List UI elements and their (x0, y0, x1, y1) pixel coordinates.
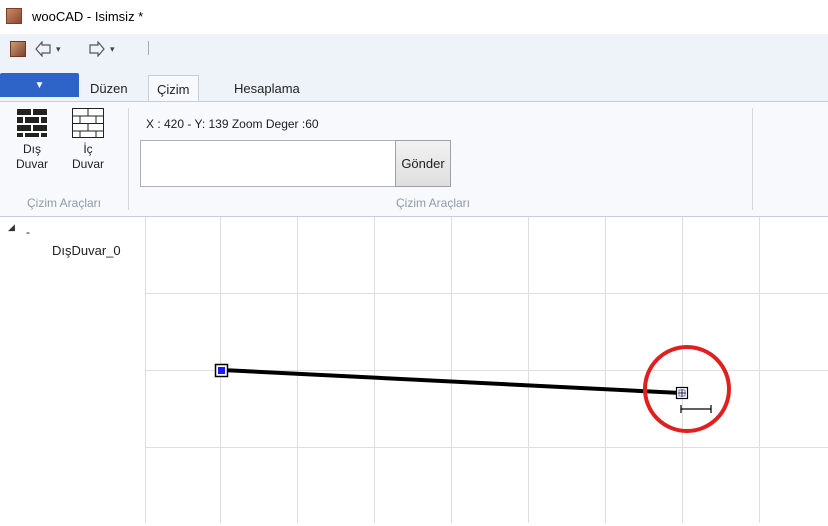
redo-button[interactable]: ▾ (88, 38, 115, 60)
dimension-marker (680, 405, 712, 413)
coordinate-readout: X : 420 - Y: 139 Zoom Deger :60 (146, 117, 319, 131)
tree-item-disduvar[interactable]: DışDuvar_0 (52, 243, 121, 258)
tree-expander-icon[interactable]: ◢ (8, 222, 15, 233)
ribbon-group-label: Çizim Araçları (396, 196, 471, 210)
canvas-svg (146, 217, 828, 523)
ribbon-group-label: Çizim Araçları (26, 196, 101, 210)
chevron-down-icon: ▼ (34, 79, 45, 91)
tree-root-node[interactable]: - (26, 225, 30, 239)
ribbon-group-separator (752, 108, 753, 210)
ribbon-group-separator (128, 108, 129, 210)
wall-start-handle[interactable] (214, 363, 229, 378)
brick-wall-light-icon (72, 108, 104, 138)
tab-cizim[interactable]: Çizim (148, 75, 199, 103)
command-input[interactable] (140, 140, 396, 187)
drawing-canvas[interactable] (146, 217, 828, 523)
object-tree (0, 217, 146, 523)
undo-icon (35, 41, 51, 57)
outer-wall-button[interactable]: Dış Duvar (10, 108, 54, 188)
woocad-app-icon[interactable] (6, 8, 22, 24)
inner-wall-button[interactable]: İç Duvar (66, 108, 110, 188)
redo-dropdown-caret[interactable]: ▾ (110, 44, 115, 55)
outer-wall-label: Dış Duvar (15, 142, 48, 171)
woocad-small-icon[interactable] (10, 41, 26, 57)
tab-hesaplama[interactable]: Hesaplama (226, 75, 308, 101)
send-button[interactable]: Gönder (395, 140, 451, 187)
undo-button[interactable]: ▾ (34, 38, 61, 60)
window-title: wooCAD - Isimsiz * (32, 9, 144, 24)
quick-access-toolbar (0, 34, 828, 64)
wall-end-handle[interactable] (675, 386, 689, 400)
application-menu-button[interactable]: ▼ (0, 73, 79, 97)
undo-dropdown-caret[interactable]: ▾ (56, 44, 61, 55)
inner-wall-label: İç Duvar (71, 142, 104, 171)
redo-icon (89, 41, 105, 57)
tab-duzen[interactable]: Düzen (82, 75, 136, 101)
toolbar-separator (148, 41, 149, 55)
brick-wall-dark-icon (16, 108, 48, 138)
